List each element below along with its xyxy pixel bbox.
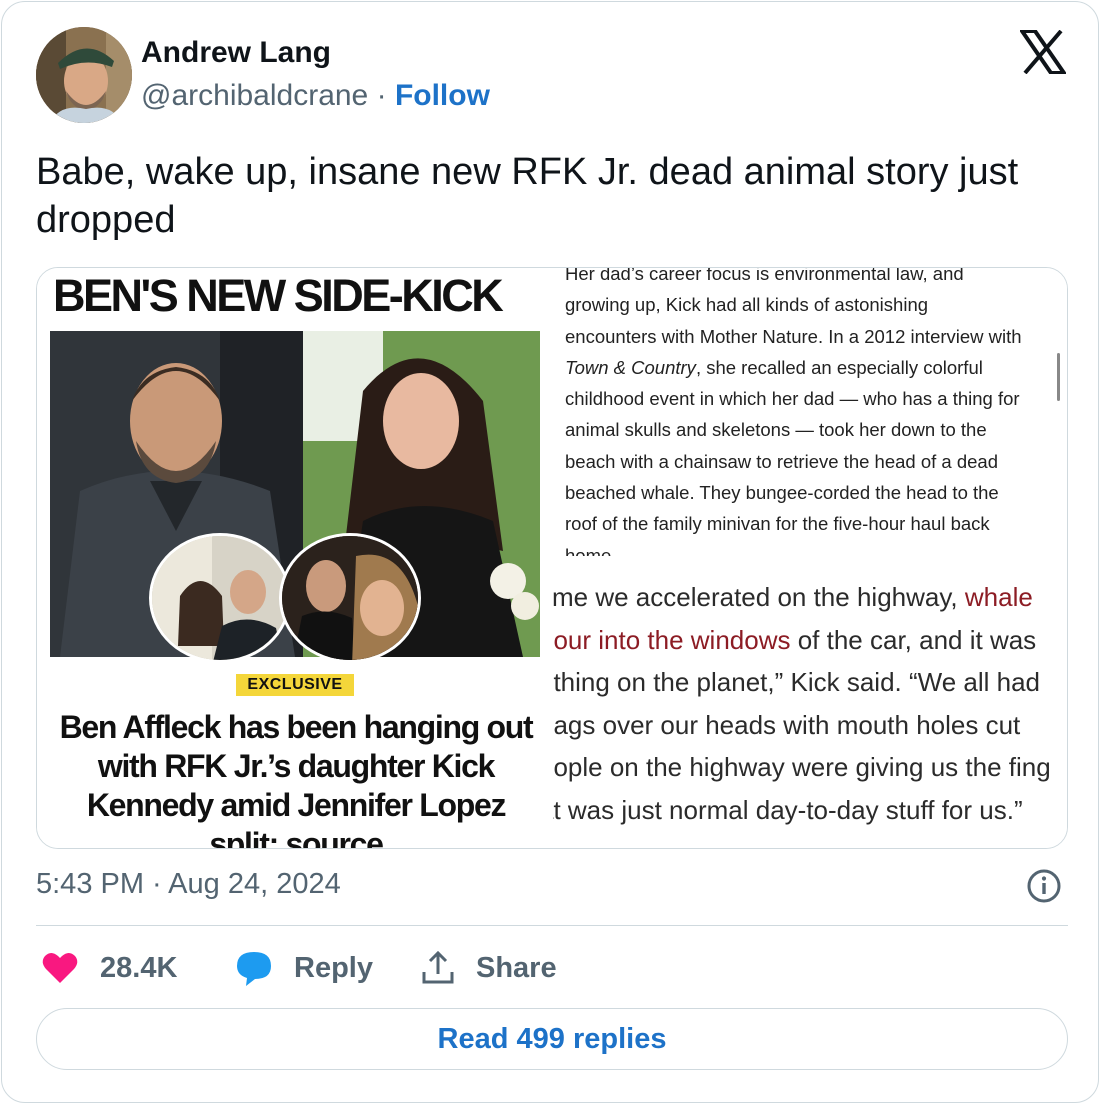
heart-icon (42, 953, 78, 983)
excerpt-line: encounters with Mother Nature. In a 2012… (565, 325, 1022, 347)
read-replies-button[interactable]: Read 499 replies (36, 1008, 1068, 1070)
x-logo-icon[interactable] (1020, 30, 1066, 74)
like-button[interactable]: 28.4K (40, 946, 177, 990)
article-quote-panel: time we accelerated on the highway, whal… (553, 568, 1067, 848)
excerpt-scrollbar[interactable] (1057, 353, 1060, 401)
news-screenshot: BEN'S NEW SIDE-KICK EXCLUSIVE Ben Afflec… (37, 268, 553, 849)
reply-button[interactable]: Reply (234, 946, 373, 990)
excerpt-line: beach with a chainsaw to retrieve the he… (565, 450, 998, 472)
reply-bubble-icon (237, 952, 271, 986)
tweet-media[interactable]: BEN'S NEW SIDE-KICK EXCLUSIVE Ben Afflec… (36, 267, 1068, 849)
article-excerpt-panel: Her dad’s career focus is environmental … (565, 268, 1067, 556)
excerpt-line: growing up, Kick had all kinds of astoni… (565, 294, 929, 316)
magazine-name: Town & Country (565, 356, 696, 378)
exclusive-badge: EXCLUSIVE (236, 674, 354, 696)
quote-link-text: pour into the windows (553, 624, 791, 655)
excerpt-line: Town & Country, she recalled an especial… (565, 352, 1060, 383)
quote-link-text: whale (964, 582, 1033, 612)
excerpt-line: Her dad’s career focus is environmental … (565, 268, 964, 284)
tweet-timestamp[interactable]: 5:43 PM · Aug 24, 2024 (36, 868, 341, 901)
excerpt-line: animal skulls and skeletons — took her d… (565, 419, 987, 441)
author-handle-row: @archibaldcrane · Follow (141, 79, 490, 113)
share-button[interactable]: Share (418, 946, 557, 990)
reply-label: Reply (294, 951, 373, 984)
quote-text: time we accelerated on the highway, (553, 582, 965, 612)
author-handle[interactable]: @archibaldcrane (141, 79, 368, 112)
divider (36, 925, 1068, 926)
info-icon[interactable] (1026, 868, 1062, 904)
share-icon (422, 950, 454, 984)
author-name[interactable]: Andrew Lang (141, 36, 331, 70)
article-quote: time we accelerated on the highway, whal… (553, 576, 1067, 831)
quote-line: at was just normal day-to-day stuff for … (553, 794, 1023, 825)
author-avatar[interactable] (36, 27, 132, 123)
quote-line: bags over our heads with mouth holes cut (553, 709, 1021, 740)
share-label: Share (476, 951, 557, 984)
quote-line: time we accelerated on the highway, whal… (553, 576, 1067, 619)
inset-photo-kennedys (149, 533, 291, 663)
inset-photo-affleck-lopez (279, 533, 421, 663)
quote-line: eople on the highway were giving us the … (553, 752, 1051, 782)
quote-line: t thing on the planet,” Kick said. “We a… (553, 667, 1041, 697)
article-excerpt: Her dad’s career focus is environmental … (565, 268, 1060, 556)
excerpt-line: roof of the family minivan for the five-… (565, 513, 990, 535)
like-count: 28.4K (100, 951, 178, 984)
tweet-card: Andrew Lang @archibaldcrane · Follow Bab… (1, 1, 1099, 1103)
excerpt-line: home. (565, 544, 617, 556)
excerpt-text: , she recalled an especially colorful (695, 356, 983, 378)
news-headline-bottom: Ben Affleck has been hanging out with RF… (59, 709, 534, 849)
news-headline-top: BEN'S NEW SIDE-KICK (53, 270, 504, 321)
separator: · (376, 79, 387, 112)
quote-text: of the car, and it was (790, 624, 1037, 655)
follow-button[interactable]: Follow (395, 79, 490, 112)
excerpt-line: beached whale. They bungee-corded the he… (565, 482, 999, 504)
excerpt-line: childhood event in which her dad — who h… (565, 388, 1020, 410)
tweet-text: Babe, wake up, insane new RFK Jr. dead a… (36, 151, 1019, 241)
quote-line: pour into the windows of the car, and it… (553, 619, 1067, 662)
